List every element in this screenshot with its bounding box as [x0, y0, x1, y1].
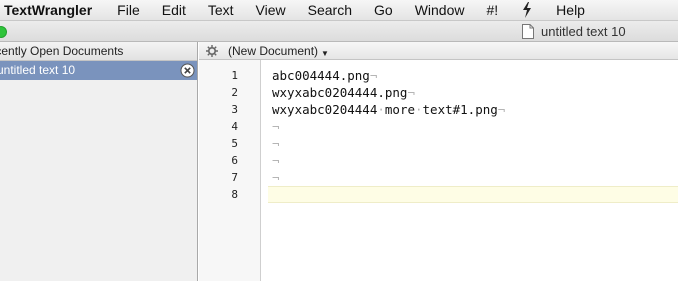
current-line-highlight — [268, 186, 678, 203]
menu-help[interactable]: Help — [545, 0, 596, 21]
line-end-marker: ¬ — [272, 119, 280, 134]
menu-file[interactable]: File — [106, 0, 151, 21]
zoom-button[interactable] — [0, 26, 7, 38]
sidebar-header: Recently Open Documents — [0, 42, 197, 61]
code-line: wxyxabc0204444.png¬ — [272, 85, 415, 100]
documents-sidebar: Recently Open Documents untitled text 10 — [0, 42, 198, 281]
line-end-marker: ¬ — [497, 102, 506, 117]
window-title-bar: untitled text 10 — [0, 21, 678, 42]
line-number: 3 — [231, 103, 238, 116]
line-end-marker: ¬ — [272, 136, 280, 151]
line-end-marker: ¬ — [407, 85, 415, 100]
line-number-gutter: 1 2 3 4 5 6 7 8 — [199, 60, 261, 281]
document-label: untitled text 10 — [0, 63, 76, 77]
space-marker: · — [377, 102, 385, 117]
menu-text[interactable]: Text — [197, 0, 245, 21]
menu-bar: TextWrangler File Edit Text View Search … — [0, 0, 678, 21]
code-line: ¬ — [272, 135, 280, 152]
line-number: 2 — [231, 86, 238, 99]
line-number: 8 — [231, 188, 238, 201]
line-number: 4 — [231, 120, 238, 133]
code-line: wxyxabc0204444·more·text#1.png¬ — [272, 102, 506, 117]
document-popup-label: (New Document) — [228, 43, 319, 58]
line-end-marker: ¬ — [272, 153, 280, 168]
menu-view[interactable]: View — [245, 0, 297, 21]
menu-scripts[interactable] — [509, 0, 545, 21]
code-line: ¬ — [272, 152, 280, 169]
close-document-icon[interactable] — [180, 63, 195, 78]
sidebar-document-item[interactable]: untitled text 10 — [0, 61, 197, 80]
line-number: 1 — [231, 69, 238, 82]
menu-search[interactable]: Search — [297, 0, 363, 21]
code-line: ¬ — [272, 118, 280, 135]
gear-icon[interactable] — [206, 44, 218, 57]
menu-window[interactable]: Window — [404, 0, 476, 21]
editor-toolbar: (New Document) ▼ — [199, 42, 678, 60]
script-icon — [523, 1, 532, 18]
chevron-down-icon: ▼ — [321, 48, 329, 58]
line-end-marker: ¬ — [369, 68, 378, 83]
code-line: ¬ — [272, 169, 280, 186]
line-number: 7 — [231, 171, 238, 184]
window-title: untitled text 10 — [541, 24, 626, 39]
line-number: 6 — [231, 154, 238, 167]
menu-go[interactable]: Go — [363, 0, 404, 21]
line-number: 5 — [231, 137, 238, 150]
space-marker: · — [415, 102, 423, 117]
code-line: abc004444.png¬ — [272, 68, 378, 83]
menu-shebang[interactable]: #! — [475, 0, 509, 21]
app-menu[interactable]: TextWrangler — [0, 0, 106, 21]
menu-edit[interactable]: Edit — [151, 0, 197, 21]
line-end-marker: ¬ — [272, 170, 280, 185]
document-popup[interactable]: (New Document) ▼ — [228, 44, 329, 58]
document-icon — [522, 24, 534, 39]
